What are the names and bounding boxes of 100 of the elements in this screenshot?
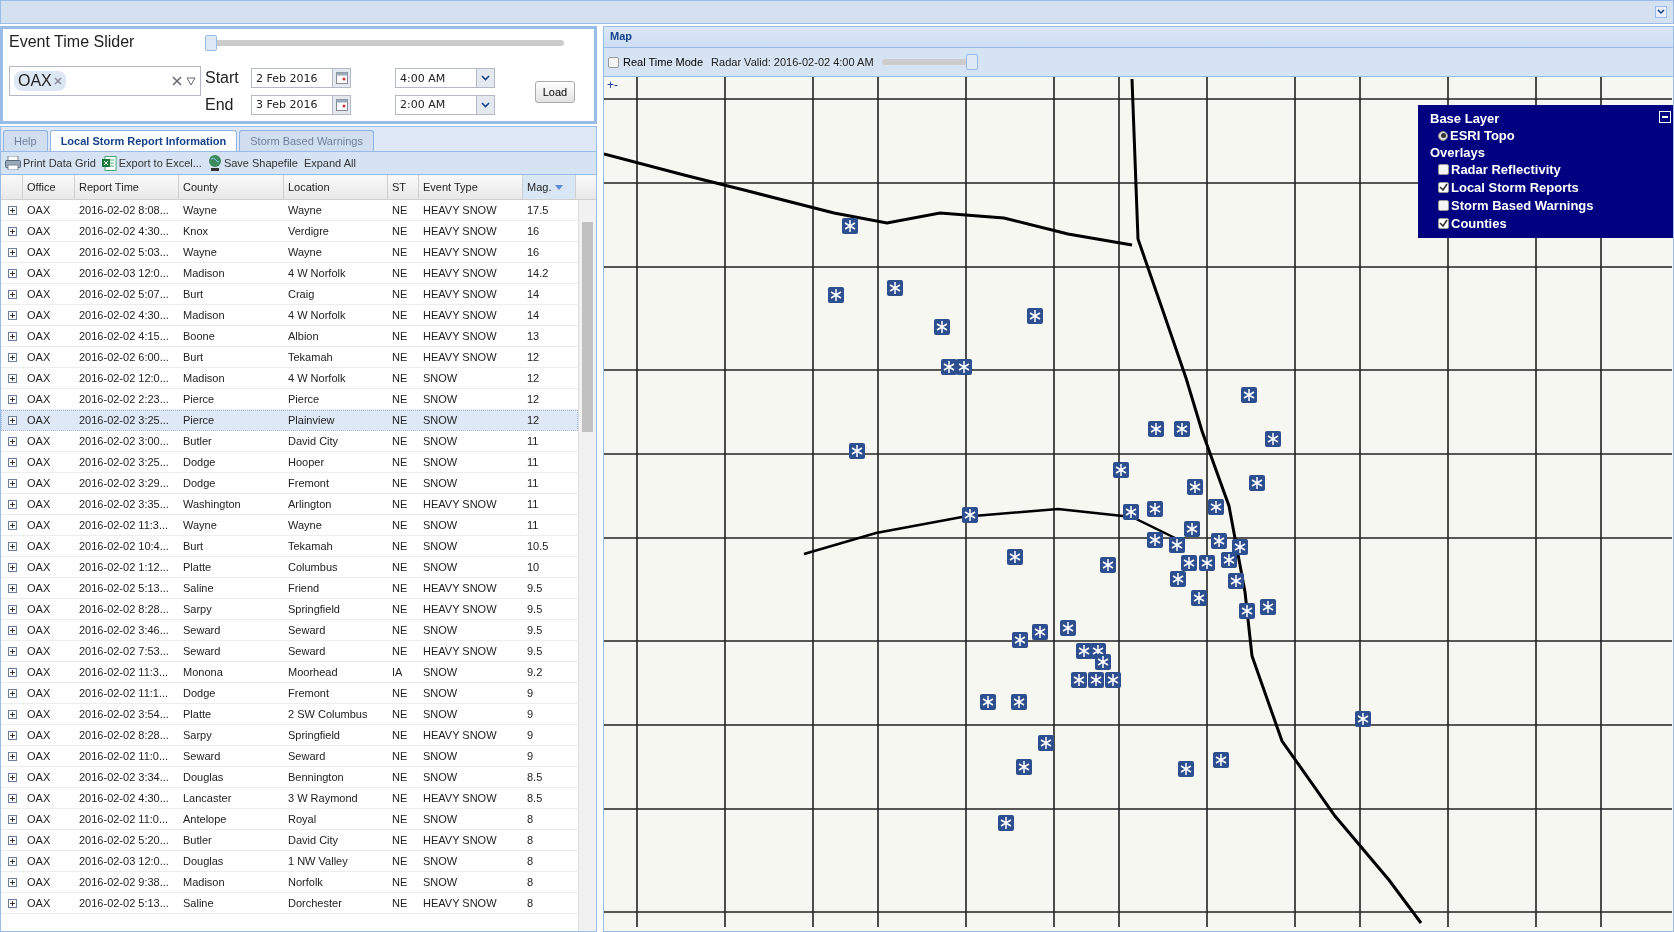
expand-plus-icon[interactable] bbox=[7, 520, 17, 530]
snowflake-marker-icon[interactable] bbox=[1032, 624, 1048, 640]
expand-plus-icon[interactable] bbox=[7, 730, 17, 740]
expand-plus-icon[interactable] bbox=[7, 583, 17, 593]
snowflake-marker-icon[interactable] bbox=[1184, 521, 1200, 537]
table-row[interactable]: OAX 2016-02-02 4:15... Boone Albion NE HEAVY SNOW 13 bbox=[1, 326, 578, 347]
snowflake-marker-icon[interactable] bbox=[1038, 735, 1054, 751]
snowflake-marker-icon[interactable] bbox=[1147, 532, 1163, 548]
expand-plus-icon[interactable] bbox=[7, 247, 17, 257]
expand-plus-icon[interactable] bbox=[7, 310, 17, 320]
snowflake-marker-icon[interactable] bbox=[1105, 672, 1121, 688]
table-row[interactable]: OAX 2016-02-02 3:54... Platte 2 SW Columbus NE SNOW 9 bbox=[1, 704, 578, 725]
overlay-checkbox[interactable]: Radar Reflectivity bbox=[1430, 161, 1661, 178]
table-row[interactable]: OAX 2016-02-02 3:00... Butler David City NE SNOW 11 bbox=[1, 431, 578, 452]
table-row[interactable]: OAX 2016-02-02 3:25... Dodge Hooper NE SNOW 11 bbox=[1, 452, 578, 473]
expand-plus-icon[interactable] bbox=[7, 562, 17, 572]
overlay-checkbox[interactable]: Local Storm Reports bbox=[1430, 179, 1661, 196]
snowflake-marker-icon[interactable] bbox=[1191, 590, 1207, 606]
expand-plus-icon[interactable] bbox=[7, 457, 17, 467]
load-button[interactable]: Load bbox=[535, 80, 575, 103]
snowflake-marker-icon[interactable] bbox=[842, 218, 858, 234]
snowflake-marker-icon[interactable] bbox=[1148, 421, 1164, 437]
table-row[interactable]: OAX 2016-02-02 11:3... Wayne Wayne NE SNOW 11 bbox=[1, 515, 578, 536]
expand-plus-icon[interactable] bbox=[7, 646, 17, 656]
snowflake-marker-icon[interactable] bbox=[1239, 603, 1255, 619]
snowflake-marker-icon[interactable] bbox=[1123, 504, 1139, 520]
snowflake-marker-icon[interactable] bbox=[1213, 752, 1229, 768]
table-row[interactable]: OAX 2016-02-02 8:28... Sarpy Springfield NE HEAVY SNOW 9 bbox=[1, 725, 578, 746]
snowflake-marker-icon[interactable] bbox=[1211, 533, 1227, 549]
collapse-chevron-icon[interactable] bbox=[1655, 6, 1667, 18]
snowflake-marker-icon[interactable] bbox=[956, 359, 972, 375]
snowflake-marker-icon[interactable] bbox=[1199, 555, 1215, 571]
table-row[interactable]: OAX 2016-02-02 3:46... Seward Seward NE SNOW 9.5 bbox=[1, 620, 578, 641]
expand-plus-icon[interactable] bbox=[7, 394, 17, 404]
table-row[interactable]: OAX 2016-02-02 11:0... Seward Seward NE SNOW 9 bbox=[1, 746, 578, 767]
snowflake-marker-icon[interactable] bbox=[1221, 552, 1237, 568]
toolbar-button[interactable]: Save Shapefile bbox=[207, 155, 298, 171]
table-row[interactable]: OAX 2016-02-02 12:0... Madison 4 W Norfolk NE SNOW 12 bbox=[1, 368, 578, 389]
map-background[interactable]: +- Base Layer ESRI Topo Overlays Radar Reflectivity Local Storm Reports Storm Based Warnings Counties bbox=[604, 77, 1673, 931]
expand-plus-icon[interactable] bbox=[7, 751, 17, 761]
expand-plus-icon[interactable] bbox=[7, 814, 17, 824]
column-header[interactable]: County bbox=[179, 175, 284, 199]
expand-plus-icon[interactable] bbox=[7, 898, 17, 908]
snowflake-marker-icon[interactable] bbox=[1241, 387, 1257, 403]
snowflake-marker-icon[interactable] bbox=[1007, 549, 1023, 565]
expand-plus-icon[interactable] bbox=[7, 793, 17, 803]
snowflake-marker-icon[interactable] bbox=[1232, 539, 1248, 555]
time-dropdown[interactable]: 4:00 AM bbox=[395, 68, 495, 89]
table-row[interactable]: OAX 2016-02-02 10:4... Burt Tekamah NE SNOW 10.5 bbox=[1, 536, 578, 557]
column-header[interactable]: Report Time bbox=[75, 175, 179, 199]
table-row[interactable]: OAX 2016-02-02 5:20... Butler David City NE HEAVY SNOW 8 bbox=[1, 830, 578, 851]
snowflake-marker-icon[interactable] bbox=[849, 443, 865, 459]
snowflake-marker-icon[interactable] bbox=[934, 319, 950, 335]
snowflake-marker-icon[interactable] bbox=[1170, 571, 1186, 587]
expand-plus-icon[interactable] bbox=[7, 331, 17, 341]
table-row[interactable]: OAX 2016-02-02 3:34... Douglas Bennington NE SNOW 8.5 bbox=[1, 767, 578, 788]
base-layer-option[interactable]: ESRI Topo bbox=[1430, 127, 1661, 144]
expand-plus-icon[interactable] bbox=[7, 772, 17, 782]
snowflake-marker-icon[interactable] bbox=[828, 287, 844, 303]
scrollbar[interactable] bbox=[578, 200, 596, 931]
table-row[interactable]: OAX 2016-02-02 5:13... Saline Dorchester NE HEAVY SNOW 8 bbox=[1, 893, 578, 914]
real-time-mode-checkbox[interactable]: Real Time Mode bbox=[608, 56, 704, 68]
expand-plus-icon[interactable] bbox=[7, 352, 17, 362]
expand-plus-icon[interactable] bbox=[7, 499, 17, 509]
table-row[interactable]: OAX 2016-02-02 5:07... Burt Craig NE HEAVY SNOW 14 bbox=[1, 284, 578, 305]
snowflake-marker-icon[interactable] bbox=[1208, 499, 1224, 515]
event-time-slider[interactable] bbox=[205, 35, 564, 51]
date-field[interactable]: 2 Feb 2016 bbox=[251, 68, 351, 89]
calendar-icon[interactable] bbox=[335, 98, 348, 111]
snowflake-marker-icon[interactable] bbox=[1187, 479, 1203, 495]
table-row[interactable]: OAX 2016-02-02 8:28... Sarpy Springfield NE HEAVY SNOW 9.5 bbox=[1, 599, 578, 620]
expand-plus-icon[interactable] bbox=[7, 856, 17, 866]
expand-plus-icon[interactable] bbox=[7, 835, 17, 845]
toolbar-button[interactable]: Expand All bbox=[303, 157, 356, 169]
table-row[interactable]: OAX 2016-02-02 4:30... Knox Verdigre NE HEAVY SNOW 16 bbox=[1, 221, 578, 242]
expand-plus-icon[interactable] bbox=[7, 667, 17, 677]
snowflake-marker-icon[interactable] bbox=[1100, 557, 1116, 573]
snowflake-marker-icon[interactable] bbox=[1228, 573, 1244, 589]
date-field[interactable]: 3 Feb 2016 bbox=[251, 94, 351, 115]
table-row[interactable]: OAX 2016-02-02 11:0... Antelope Royal NE SNOW 8 bbox=[1, 809, 578, 830]
snowflake-marker-icon[interactable] bbox=[1060, 620, 1076, 636]
snowflake-marker-icon[interactable] bbox=[1355, 711, 1371, 727]
snowflake-marker-icon[interactable] bbox=[1178, 761, 1194, 777]
table-row[interactable]: OAX 2016-02-02 3:35... Washington Arlington NE HEAVY SNOW 11 bbox=[1, 494, 578, 515]
snowflake-marker-icon[interactable] bbox=[1088, 672, 1104, 688]
time-dropdown[interactable]: 2:00 AM bbox=[395, 94, 495, 115]
table-row[interactable]: OAX 2016-02-02 1:12... Platte Columbus NE SNOW 10 bbox=[1, 557, 578, 578]
slider-thumb[interactable] bbox=[205, 35, 217, 51]
column-header[interactable]: Office bbox=[23, 175, 75, 199]
expand-plus-icon[interactable] bbox=[7, 373, 17, 383]
table-row[interactable]: OAX 2016-02-02 4:30... Lancaster 3 W Raymond NE HEAVY SNOW 8.5 bbox=[1, 788, 578, 809]
snowflake-marker-icon[interactable] bbox=[962, 507, 978, 523]
remove-icon[interactable] bbox=[53, 77, 62, 85]
office-select-field[interactable]: OAX bbox=[9, 66, 201, 96]
snowflake-marker-icon[interactable] bbox=[1071, 672, 1087, 688]
table-row[interactable]: OAX 2016-02-02 5:03... Wayne Wayne NE HEAVY SNOW 16 bbox=[1, 242, 578, 263]
clear-icon[interactable] bbox=[172, 76, 182, 86]
toolbar-button[interactable]: Export to Excel... bbox=[101, 155, 202, 171]
tab[interactable]: Local Storm Report Information bbox=[49, 130, 238, 151]
expand-plus-icon[interactable] bbox=[7, 625, 17, 635]
